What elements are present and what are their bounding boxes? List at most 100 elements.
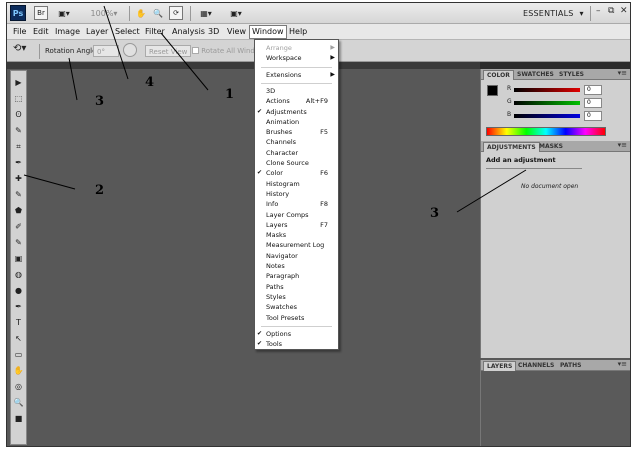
rotate-view-tool-icon[interactable]: ◎ <box>12 381 25 393</box>
menu-edit[interactable]: Edit <box>31 25 51 39</box>
tab-masks[interactable]: MASKS <box>536 142 566 152</box>
workspace-label: ESSENTIALS <box>523 8 574 18</box>
tab-adjustments[interactable]: ADJUSTMENTS <box>483 142 540 152</box>
foreground-color-swatch[interactable] <box>487 85 498 96</box>
workspace-switcher[interactable]: ESSENTIALS ▾ <box>523 6 584 20</box>
panel-menu-icon[interactable]: ▾≡ <box>618 360 627 368</box>
green-value-input[interactable]: 0 <box>584 98 602 108</box>
color-spectrum-ramp[interactable] <box>486 127 606 136</box>
menu-help[interactable]: Help <box>287 25 309 39</box>
zoom-level-dropdown[interactable]: 100%▾ <box>87 6 121 20</box>
launch-bridge-button[interactable]: Br <box>34 6 48 20</box>
green-label: G <box>507 98 512 105</box>
zoom-tool-icon[interactable]: 🔍 <box>151 6 165 20</box>
window-menu-item-masks[interactable]: Masks <box>255 230 338 240</box>
tab-color[interactable]: COLOR <box>483 70 514 80</box>
healing-brush-tool-icon[interactable]: ✚ <box>12 173 25 185</box>
window-menu-item-arrange[interactable]: Arrange ▶ <box>255 43 338 53</box>
window-menu-item-workspace[interactable]: Workspace ▶ <box>255 53 338 63</box>
screen-mode-icon[interactable]: ▣▾ <box>225 6 247 20</box>
menu-window[interactable]: Window <box>249 25 287 39</box>
window-menu-item-swatches[interactable]: Swatches <box>255 302 338 312</box>
eyedropper-tool-icon[interactable]: ✒ <box>12 157 25 169</box>
hand-tool-icon[interactable]: ✋ <box>134 6 148 20</box>
menu-image[interactable]: Image <box>53 25 82 39</box>
menu-analysis[interactable]: Analysis <box>170 25 207 39</box>
tab-paths[interactable]: PATHS <box>557 361 584 371</box>
type-tool-icon[interactable]: T <box>12 317 25 329</box>
hand-tool-icon[interactable]: ✋ <box>12 365 25 377</box>
clone-stamp-tool-icon[interactable]: ⬟ <box>12 205 25 217</box>
tab-channels[interactable]: CHANNELS <box>515 361 557 371</box>
brush-tool-icon[interactable]: ✎ <box>12 189 25 201</box>
menu-3d[interactable]: 3D <box>206 25 221 39</box>
window-menu-item-clone-source[interactable]: Clone Source <box>255 158 338 168</box>
rotate-tool-preset-icon[interactable]: ⟲▾ <box>13 43 26 55</box>
rotate-view-tool-icon[interactable]: ⟳ <box>169 6 183 20</box>
red-slider[interactable] <box>514 88 580 92</box>
window-menu-item-3d[interactable]: 3D <box>255 86 338 96</box>
window-menu-item-channels[interactable]: Channels <box>255 137 338 147</box>
quick-select-tool-icon[interactable]: ✎ <box>12 125 25 137</box>
window-menu-item-adjustments[interactable]: ✔ Adjustments <box>255 107 338 117</box>
marquee-tool-icon[interactable]: ⬚ <box>12 93 25 105</box>
screen-mode-button[interactable]: ▣▾ <box>54 6 74 20</box>
panel-menu-icon[interactable]: ▾≡ <box>618 69 627 77</box>
menu-file[interactable]: File <box>11 25 28 39</box>
lasso-tool-icon[interactable]: ʘ <box>12 109 25 121</box>
red-value-input[interactable]: 0 <box>584 85 602 95</box>
menu-view[interactable]: View <box>225 25 248 39</box>
dodge-tool-icon[interactable]: ● <box>12 285 25 297</box>
tab-styles[interactable]: STYLES <box>556 70 587 80</box>
zoom-tool-icon[interactable]: 🔍 <box>12 397 25 409</box>
window-menu-item-brushes[interactable]: Brushes F5 <box>255 127 338 137</box>
blur-tool-icon[interactable]: ◍ <box>12 269 25 281</box>
gradient-tool-icon[interactable]: ▣ <box>12 253 25 265</box>
window-menu-item-actions[interactable]: Actions Alt+F9 <box>255 96 338 106</box>
window-menu-item-tools[interactable]: ✔ Tools <box>255 339 338 349</box>
menu-layer[interactable]: Layer <box>84 25 110 39</box>
pen-tool-icon[interactable]: ✒ <box>12 301 25 313</box>
eraser-tool-icon[interactable]: ✎ <box>12 237 25 249</box>
menu-item-label: Workspace <box>266 54 302 63</box>
window-menu-item-paragraph[interactable]: Paragraph <box>255 271 338 281</box>
restore-icon[interactable]: ⧉ <box>608 6 614 16</box>
window-menu-item-info[interactable]: Info F8 <box>255 199 338 209</box>
window-menu-item-styles[interactable]: Styles <box>255 292 338 302</box>
window-menu-item-navigator[interactable]: Navigator <box>255 251 338 261</box>
window-menu-item-extensions[interactable]: Extensions ▶ <box>255 70 338 80</box>
arrange-documents-icon[interactable]: ▦▾ <box>195 6 217 20</box>
close-icon[interactable]: ✕ <box>620 6 628 16</box>
window-menu-item-character[interactable]: Character <box>255 148 338 158</box>
menu-filter[interactable]: Filter <box>143 25 167 39</box>
shape-tool-icon[interactable]: ▭ <box>12 349 25 361</box>
annotation-number-4: 4 <box>145 75 155 90</box>
window-menu-item-animation[interactable]: Animation <box>255 117 338 127</box>
tab-layers[interactable]: LAYERS <box>483 361 517 371</box>
rotation-dial[interactable] <box>123 43 137 57</box>
window-menu-item-histogram[interactable]: Histogram <box>255 179 338 189</box>
rotation-angle-input[interactable]: 0° <box>93 45 119 57</box>
window-menu-item-layer-comps[interactable]: Layer Comps <box>255 210 338 220</box>
window-menu-item-tool-presets[interactable]: Tool Presets <box>255 313 338 323</box>
window-menu-item-paths[interactable]: Paths <box>255 282 338 292</box>
window-menu-item-history[interactable]: History <box>255 189 338 199</box>
panel-menu-icon[interactable]: ▾≡ <box>618 141 627 149</box>
window-menu-item-notes[interactable]: Notes <box>255 261 338 271</box>
color-swatch-tool-icon[interactable]: ■ <box>12 413 25 425</box>
window-menu-item-color[interactable]: ✔ Color F6 <box>255 168 338 178</box>
tab-swatches[interactable]: SWATCHES <box>514 70 557 80</box>
minimize-icon[interactable]: – <box>596 6 601 16</box>
reset-view-button[interactable]: Reset View <box>145 45 192 57</box>
history-brush-tool-icon[interactable]: ✐ <box>12 221 25 233</box>
crop-tool-icon[interactable]: ⌗ <box>12 141 25 153</box>
blue-value-input[interactable]: 0 <box>584 111 602 121</box>
move-tool-icon[interactable]: ▶ <box>12 77 25 89</box>
window-menu-item-layers[interactable]: Layers F7 <box>255 220 338 230</box>
green-slider[interactable] <box>514 101 580 105</box>
blue-slider[interactable] <box>514 114 580 118</box>
window-menu-item-measurement-log[interactable]: Measurement Log <box>255 240 338 250</box>
menu-select[interactable]: Select <box>113 25 142 39</box>
window-menu-item-options[interactable]: ✔ Options <box>255 329 338 339</box>
path-selection-tool-icon[interactable]: ↖ <box>12 333 25 345</box>
